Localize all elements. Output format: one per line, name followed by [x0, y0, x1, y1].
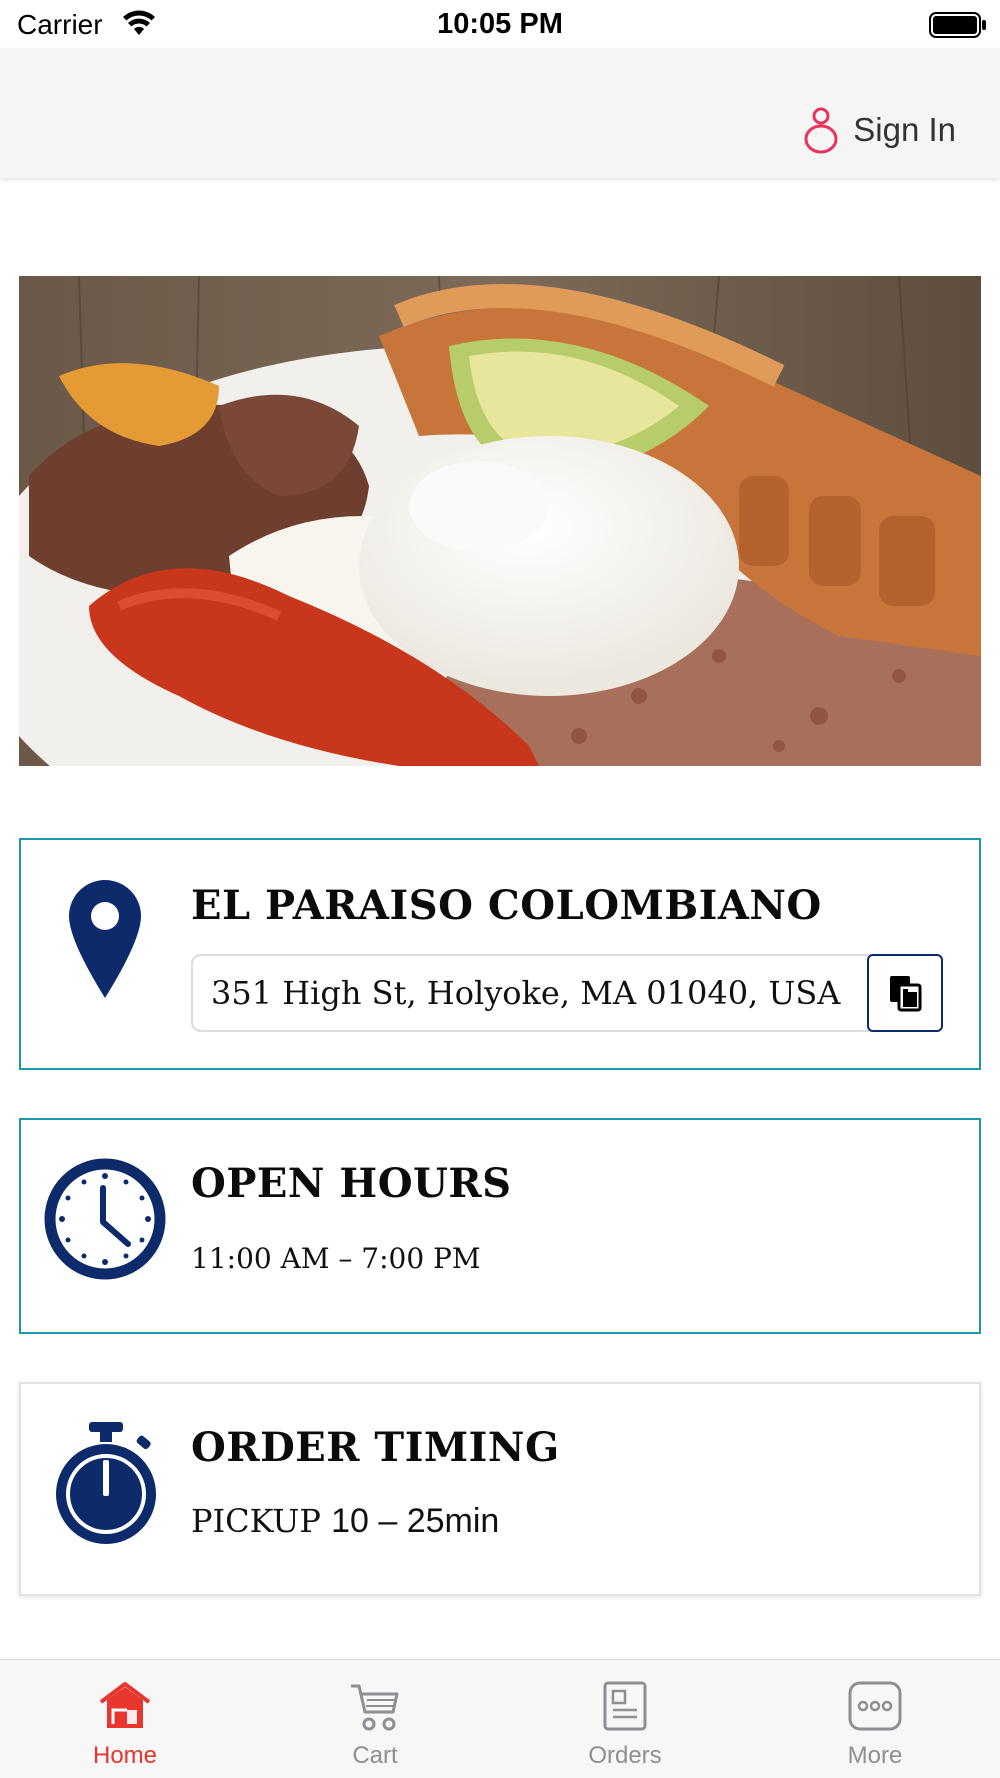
tab-cart[interactable]: Cart	[250, 1660, 500, 1778]
open-hours-title: OPEN HOURS	[191, 1160, 512, 1207]
cart-icon	[351, 1684, 399, 1731]
user-icon	[804, 107, 838, 154]
open-hours-card: OPEN HOURS 11:00 AM – 7:00 PM	[19, 1118, 981, 1334]
location-card: EL PARAISO COLOMBIANO 351 High St, Holyo…	[19, 838, 981, 1070]
food-photo	[19, 276, 981, 766]
map-pin-icon	[69, 880, 141, 998]
hero-food-image	[19, 276, 981, 766]
order-type-label: PICKUP	[191, 1502, 321, 1540]
restaurant-name: EL PARAISO COLOMBIANO	[191, 882, 822, 929]
status-bar: Carrier 10:05 PM	[0, 0, 1000, 48]
tab-more[interactable]: More	[750, 1660, 1000, 1778]
tab-home[interactable]: Home	[0, 1660, 250, 1778]
more-icon	[848, 1681, 902, 1731]
battery-icon	[929, 12, 986, 38]
sign-in-button[interactable]: Sign In	[803, 106, 956, 154]
tab-cart-label: Cart	[352, 1742, 398, 1769]
app-header: Sign In	[0, 48, 1000, 178]
bottom-tab-bar: Home Cart Orders More	[0, 1659, 1000, 1778]
order-timing-card: ORDER TIMING PICKUP 10 – 25min	[19, 1382, 981, 1596]
home-icon	[99, 1682, 151, 1728]
open-hours-value: 11:00 AM – 7:00 PM	[191, 1242, 481, 1275]
address-text: 351 High St, Holyoke, MA 01040, USA	[211, 974, 841, 1012]
pickup-duration: 10 – 25min	[331, 1502, 500, 1540]
tab-more-label: More	[847, 1742, 903, 1769]
sign-in-label: Sign In	[853, 111, 956, 148]
orders-icon	[603, 1681, 647, 1731]
clock-time: 10:05 PM	[437, 8, 563, 40]
clock-icon	[44, 1158, 166, 1280]
tab-home-label: Home	[92, 1742, 158, 1769]
tab-orders[interactable]: Orders	[500, 1660, 750, 1778]
copy-address-button[interactable]	[867, 954, 943, 1032]
tab-orders-label: Orders	[588, 1742, 662, 1769]
address-field: 351 High St, Holyoke, MA 01040, USA	[191, 954, 871, 1032]
stopwatch-icon	[56, 1422, 156, 1544]
order-timing-value: PICKUP 10 – 25min	[191, 1502, 499, 1541]
copy-icon	[890, 976, 922, 1012]
order-timing-title: ORDER TIMING	[191, 1424, 560, 1471]
